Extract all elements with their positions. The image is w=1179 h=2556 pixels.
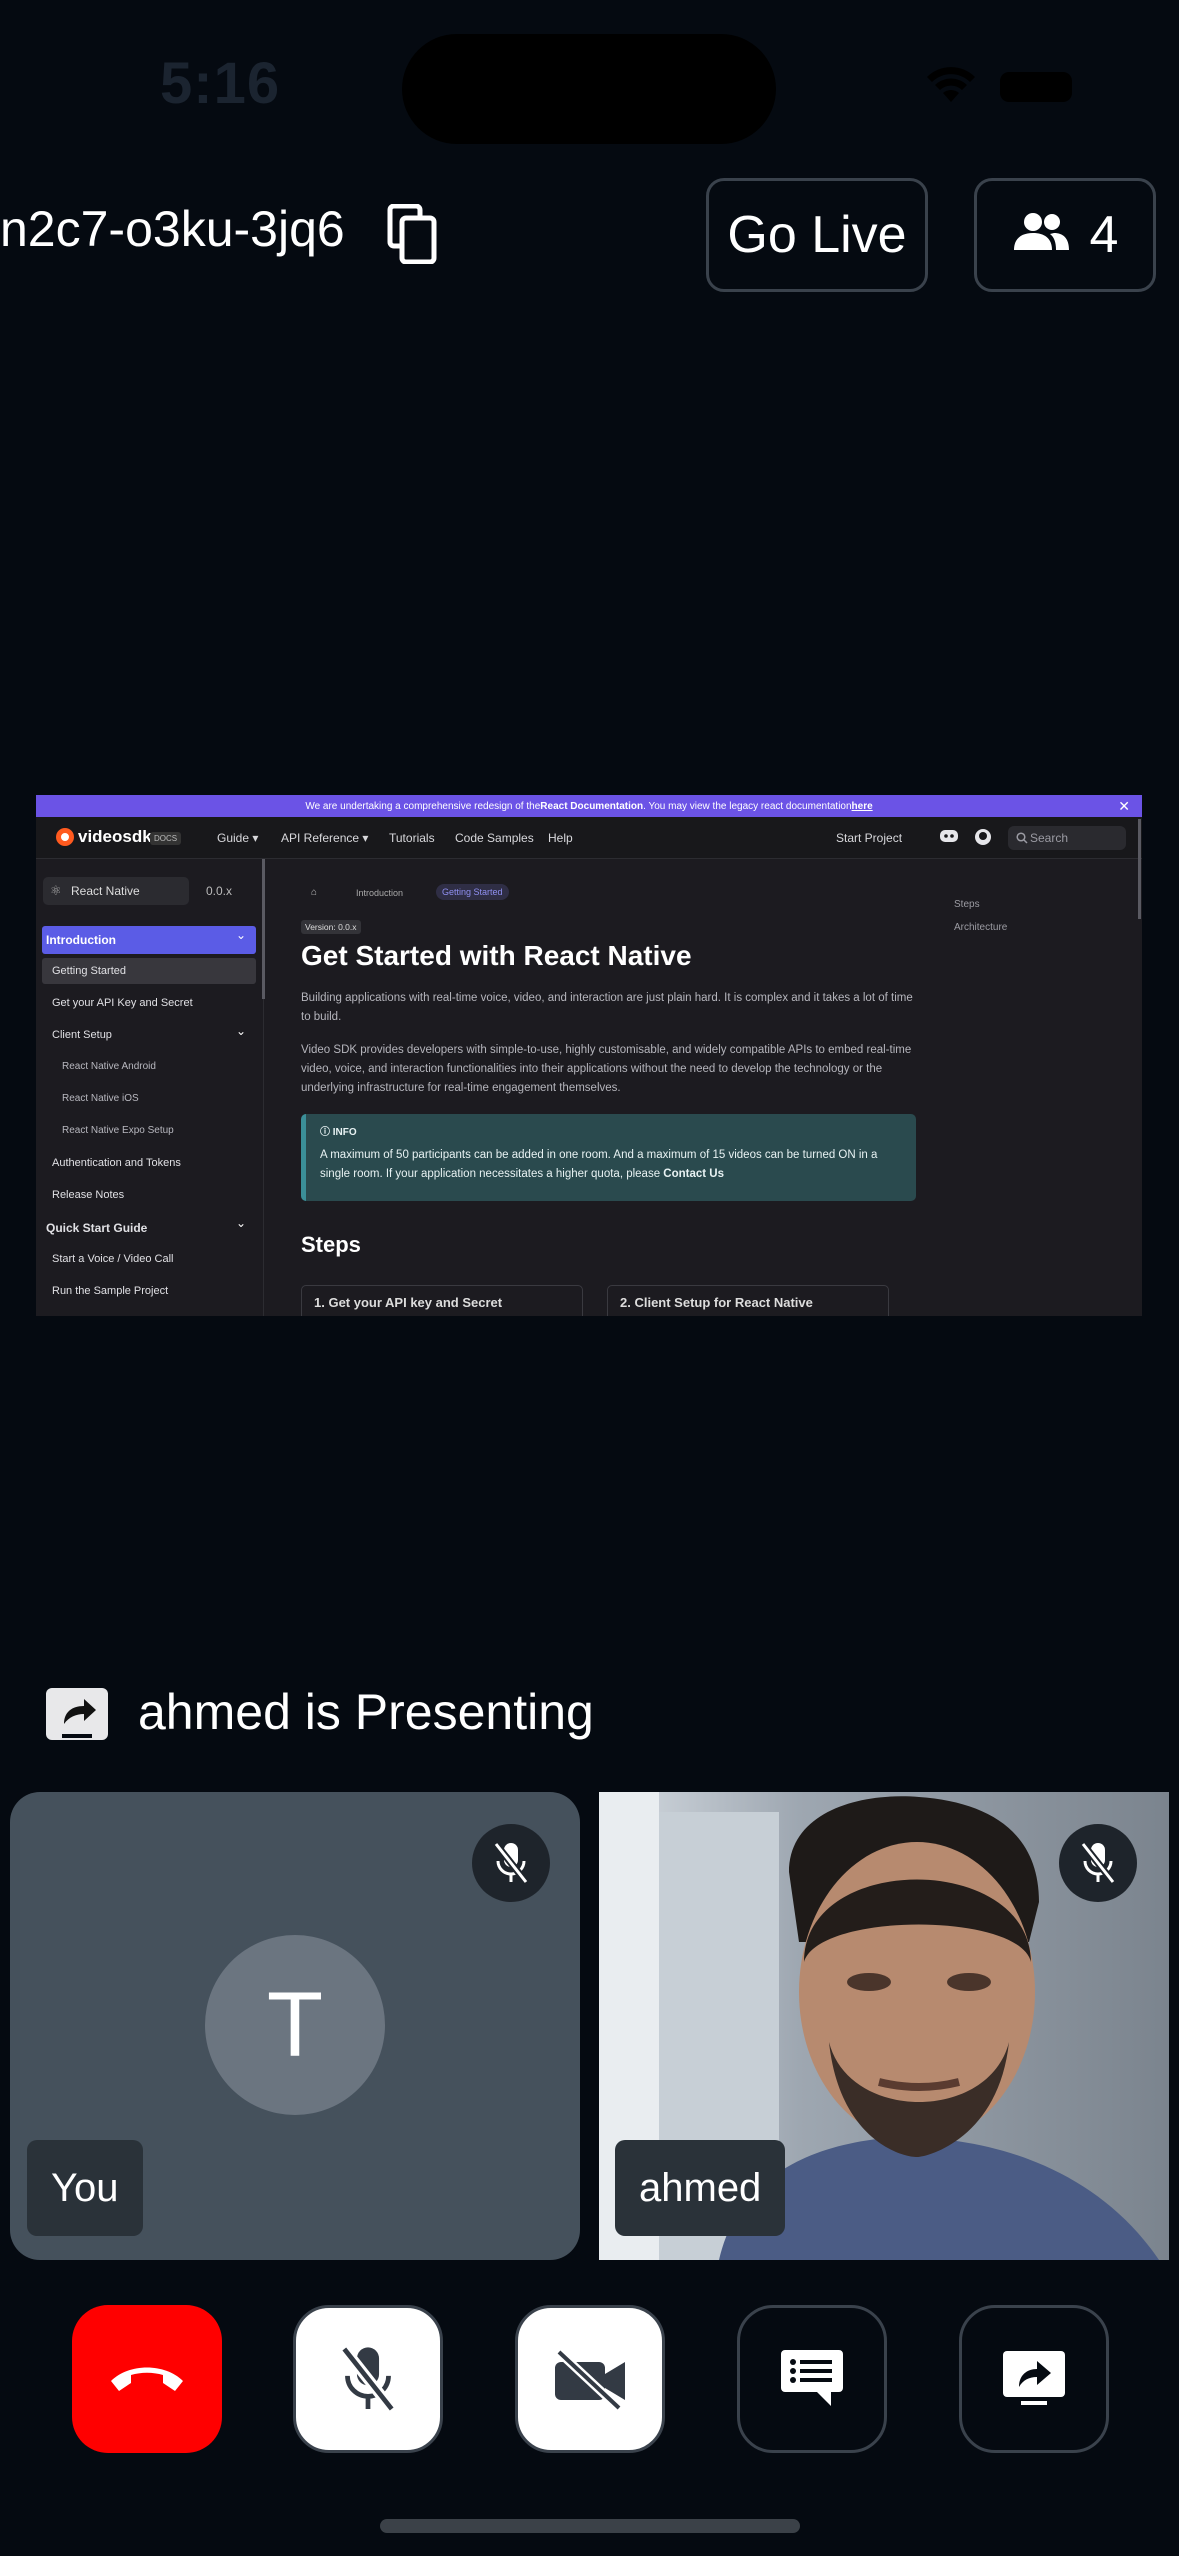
- close-icon: ✕: [1118, 798, 1130, 814]
- participant-tile-ahmed[interactable]: ahmed: [599, 1792, 1169, 2260]
- sidebar-item: Authentication and Tokens: [52, 1157, 181, 1169]
- participant-count: 4: [1089, 206, 1119, 264]
- participants-button[interactable]: 4: [974, 178, 1156, 292]
- github-icon: [974, 828, 992, 849]
- camera-toggle-button[interactable]: [515, 2305, 665, 2453]
- doc-paragraph-1: Building applications with real-time voi…: [301, 992, 913, 1023]
- chevron-down-icon: ⌄: [236, 1024, 247, 1038]
- toc-steps: Steps: [954, 899, 980, 910]
- sidebar-item: React Native Android: [62, 1061, 156, 1072]
- mic-off-icon: [1059, 1824, 1137, 1902]
- banner-text-2: . You may view the legacy react document…: [643, 800, 852, 812]
- participant-name: You: [27, 2140, 143, 2236]
- nav-start-project: Start Project: [836, 831, 903, 845]
- version-tag: Version: 0.0.x: [301, 920, 361, 934]
- mic-off-icon: [339, 2345, 397, 2413]
- sidebar-item: Release Notes: [52, 1189, 125, 1201]
- logo-text: videosdk: [78, 827, 152, 846]
- mic-toggle-button[interactable]: [293, 2305, 443, 2453]
- sidebar-item: Introduction: [42, 926, 256, 954]
- toc-architecture: Architecture: [954, 922, 1008, 933]
- doc-title: Get Started with React Native: [301, 940, 692, 971]
- sidebar-item: Get your API Key and Secret: [52, 997, 193, 1009]
- step-card-1: 1. Get your API key and Secret: [301, 1285, 583, 1316]
- chat-button[interactable]: [737, 2305, 887, 2453]
- nav-guide: Guide ▾: [217, 831, 259, 845]
- presenting-status: ahmed is Presenting: [138, 1684, 594, 1740]
- chevron-down-icon: ⌄: [236, 1216, 247, 1230]
- chevron-down-icon: ⌄: [236, 928, 247, 942]
- version-select: 0.0.x: [206, 884, 233, 898]
- meeting-id: n2c7-o3ku-3jq6: [0, 201, 345, 257]
- wifi-icon: [926, 66, 976, 109]
- end-call-button[interactable]: [72, 2305, 222, 2453]
- dynamic-island: [402, 34, 776, 144]
- shared-screen: We are undertaking a comprehensive redes…: [36, 795, 1142, 1316]
- screen-share-icon: [1003, 2351, 1065, 2405]
- docs-badge: DOCS: [150, 832, 182, 845]
- go-live-button[interactable]: Go Live: [706, 178, 928, 292]
- sidebar-item: Getting Started: [42, 958, 256, 984]
- nav-tutorials: Tutorials: [389, 831, 435, 845]
- discord-icon: [940, 829, 958, 846]
- banner-link: here: [851, 800, 873, 812]
- people-icon: [1012, 205, 1070, 265]
- status-time: 5:16: [160, 51, 281, 116]
- sidebar-item: React Native Expo Setup: [62, 1125, 174, 1136]
- react-icon: ⚛: [50, 883, 62, 898]
- phone-hangup-icon: [111, 2367, 183, 2391]
- platform-select: React Native: [43, 877, 189, 905]
- banner-text: We are undertaking a comprehensive redes…: [305, 800, 541, 812]
- info-callout: ⓘ INFO A maximum of 50 participants can …: [301, 1114, 916, 1201]
- avatar: T: [205, 1935, 385, 2115]
- breadcrumb-current: Getting Started: [436, 884, 509, 900]
- info-icon: ⓘ: [320, 1127, 333, 1138]
- screen-share-icon: [46, 1688, 108, 1740]
- chat-icon: [781, 2350, 843, 2406]
- home-indicator: [380, 2519, 800, 2533]
- sidebar-scrollbar: [262, 859, 265, 999]
- home-icon: ⌂: [311, 887, 318, 898]
- contact-us-link: Contact Us: [663, 1168, 724, 1180]
- mic-off-icon: [472, 1824, 550, 1902]
- videosdk-logo: [56, 828, 74, 846]
- sidebar-item: Run the Sample Project: [52, 1285, 169, 1297]
- nav-help: Help: [548, 831, 573, 845]
- docs-sidebar: React Native ⚛ 0.0.x Introduction ⌄ Gettin…: [36, 859, 264, 1316]
- sidebar-item: React Native iOS: [62, 1093, 139, 1104]
- page-scrollbar: [1138, 819, 1141, 919]
- screen-share-button[interactable]: [959, 2305, 1109, 2453]
- nav-code-samples: Code Samples: [455, 831, 534, 845]
- steps-heading: Steps: [301, 1232, 361, 1257]
- sidebar-item: Quick Start Guide: [46, 1221, 148, 1235]
- participant-name: ahmed: [615, 2140, 786, 2236]
- banner-bold: React Documentation: [540, 800, 644, 812]
- step-card-2: 2. Client Setup for React Native: [607, 1285, 889, 1316]
- search-icon: [1016, 831, 1028, 849]
- docs-navbar: videosdk DOCS Guide ▾ API Reference ▾ Tu…: [36, 817, 1142, 859]
- info-label: INFO: [332, 1127, 357, 1138]
- copy-icon[interactable]: [386, 203, 438, 269]
- breadcrumb-introduction: Introduction: [356, 888, 404, 898]
- nav-api-reference: API Reference ▾: [281, 831, 369, 845]
- doc-paragraph-2: Video SDK provides developers with simpl…: [301, 1044, 912, 1094]
- video-off-icon: [555, 2348, 625, 2410]
- sidebar-item: Start a Voice / Video Call: [52, 1253, 174, 1265]
- battery-icon: [1000, 72, 1072, 102]
- info-text: A maximum of 50 participants can be adde…: [320, 1149, 878, 1180]
- participant-tile-you[interactable]: T You: [10, 1792, 580, 2260]
- sidebar-item: Client Setup: [52, 1029, 112, 1041]
- announcement-banner: We are undertaking a comprehensive redes…: [36, 795, 1142, 817]
